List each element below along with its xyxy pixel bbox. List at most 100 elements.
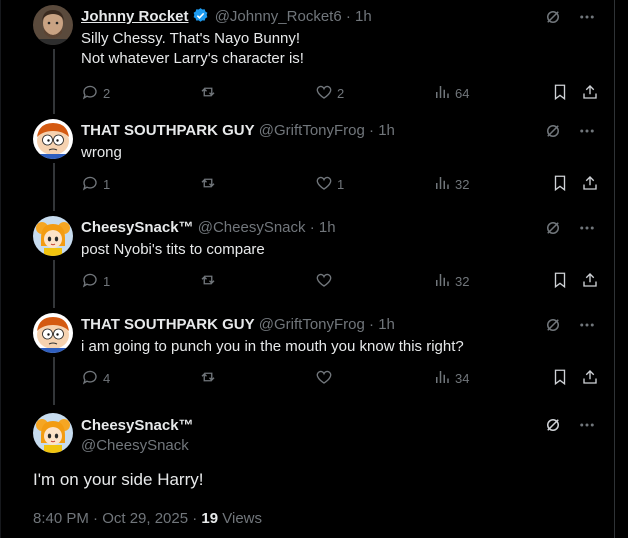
- bookmark-icon: [551, 174, 573, 195]
- author-handle[interactable]: @Johnny_Rocket6: [215, 8, 342, 25]
- post-timestamp[interactable]: 8:40 PM · Oct 29, 2025 ·: [33, 510, 201, 527]
- grok-icon[interactable]: [544, 219, 562, 237]
- reply-header: THAT SOUTHPARK GUY @GriftTonyFrog · 1h: [81, 315, 395, 335]
- bookmark-button[interactable]: [551, 271, 573, 292]
- share-icon: [581, 368, 603, 389]
- share-button[interactable]: [581, 83, 603, 104]
- separator-dot: ·: [369, 122, 375, 139]
- more-options-icon[interactable]: [578, 416, 596, 434]
- avatar[interactable]: [33, 5, 73, 45]
- share-icon: [581, 271, 603, 292]
- bookmark-button[interactable]: [551, 83, 573, 104]
- repost-action[interactable]: [199, 368, 221, 389]
- author-name[interactable]: THAT SOUTHPARK GUY: [81, 316, 255, 333]
- heart-icon: [315, 368, 337, 389]
- reply-time[interactable]: 1h: [355, 8, 372, 25]
- reply-action[interactable]: 2: [81, 83, 110, 104]
- share-button[interactable]: [581, 368, 603, 389]
- repost-icon: [199, 83, 221, 104]
- reply-action[interactable]: 4: [81, 368, 110, 389]
- reply-count: 1: [103, 274, 111, 289]
- verified-badge-icon[interactable]: [192, 7, 209, 30]
- like-action[interactable]: [315, 368, 337, 389]
- grok-icon[interactable]: [544, 316, 562, 334]
- share-button[interactable]: [581, 174, 603, 195]
- post-top-icons: [544, 416, 596, 434]
- reply-text-line: wrong: [81, 144, 122, 161]
- like-action[interactable]: 2: [315, 83, 344, 104]
- reply-count: 1: [103, 177, 111, 192]
- reply-header: CheesySnack™ @CheesySnack · 1h: [81, 218, 336, 238]
- view-count: 32: [455, 177, 470, 192]
- author-handle[interactable]: @GriftTonyFrog: [259, 122, 365, 139]
- views-action[interactable]: 32: [433, 271, 469, 292]
- grok-icon[interactable]: [544, 122, 562, 140]
- bookmark-icon: [551, 83, 573, 104]
- bookmark-icon: [551, 368, 573, 389]
- author-handle[interactable]: @CheesySnack: [81, 437, 189, 454]
- thread-connector: [53, 260, 55, 308]
- reply-time[interactable]: 1h: [378, 122, 395, 139]
- reply-action[interactable]: 1: [81, 174, 110, 195]
- avatar[interactable]: [33, 216, 73, 256]
- views-icon: [433, 271, 455, 292]
- separator-dot: ·: [309, 219, 315, 236]
- reply-text: Silly Chessy. That's Nayo Bunny! Not what…: [81, 29, 304, 69]
- grok-icon[interactable]: [544, 8, 562, 26]
- reply-icon: [81, 83, 103, 104]
- share-icon: [581, 174, 603, 195]
- author-name[interactable]: CheesySnack™: [81, 219, 194, 236]
- reply-top-icons: [544, 219, 596, 237]
- reply-action[interactable]: 1: [81, 271, 110, 292]
- reply-count: 4: [103, 371, 111, 386]
- avatar[interactable]: [33, 313, 73, 353]
- thread-connector: [53, 357, 55, 405]
- repost-icon: [199, 174, 221, 195]
- thread-connector: [53, 49, 55, 114]
- bookmark-button[interactable]: [551, 368, 573, 389]
- repost-icon: [199, 368, 221, 389]
- reply-top-icons: [544, 122, 596, 140]
- more-options-icon[interactable]: [578, 122, 596, 140]
- reply-top-icons: [544, 8, 596, 26]
- more-options-icon[interactable]: [578, 316, 596, 334]
- views-action[interactable]: 34: [433, 368, 469, 389]
- author-handle[interactable]: @GriftTonyFrog: [259, 316, 365, 333]
- avatar[interactable]: [33, 413, 73, 453]
- like-count: 2: [337, 86, 345, 101]
- post-text: I'm on your side Harry!: [33, 470, 204, 489]
- reply-actions: 4 34: [81, 368, 601, 388]
- author-name[interactable]: CheesySnack™: [81, 417, 194, 434]
- views-action[interactable]: 64: [433, 83, 469, 104]
- avatar[interactable]: [33, 119, 73, 159]
- repost-icon: [199, 271, 221, 292]
- repost-action[interactable]: [199, 83, 221, 104]
- author-name[interactable]: Johnny Rocket: [81, 8, 189, 25]
- reply-time[interactable]: 1h: [319, 219, 336, 236]
- anime-girl-avatar: [33, 413, 73, 453]
- views-action[interactable]: 32: [433, 174, 469, 195]
- repost-action[interactable]: [199, 271, 221, 292]
- like-action[interactable]: [315, 271, 337, 292]
- share-button[interactable]: [581, 271, 603, 292]
- reply-header: THAT SOUTHPARK GUY @GriftTonyFrog · 1h: [81, 121, 395, 141]
- reply-text: post Nyobi's tits to compare: [81, 240, 265, 260]
- share-icon: [581, 83, 603, 104]
- author-name[interactable]: THAT SOUTHPARK GUY: [81, 122, 255, 139]
- author-handle[interactable]: @CheesySnack: [198, 219, 306, 236]
- views-icon: [433, 83, 455, 104]
- grok-icon[interactable]: [544, 416, 562, 434]
- reply-time[interactable]: 1h: [378, 316, 395, 333]
- reply-count: 2: [103, 86, 111, 101]
- heart-icon: [315, 174, 337, 195]
- more-options-icon[interactable]: [578, 8, 596, 26]
- repost-action[interactable]: [199, 174, 221, 195]
- bookmark-button[interactable]: [551, 174, 573, 195]
- reply-text: wrong: [81, 143, 122, 163]
- frame-right-edge: [614, 0, 615, 538]
- more-options-icon[interactable]: [578, 219, 596, 237]
- reply-top-icons: [544, 316, 596, 334]
- reply-text: i am going to punch you in the mouth you…: [81, 337, 464, 357]
- view-count: 32: [455, 274, 470, 289]
- like-action[interactable]: 1: [315, 174, 344, 195]
